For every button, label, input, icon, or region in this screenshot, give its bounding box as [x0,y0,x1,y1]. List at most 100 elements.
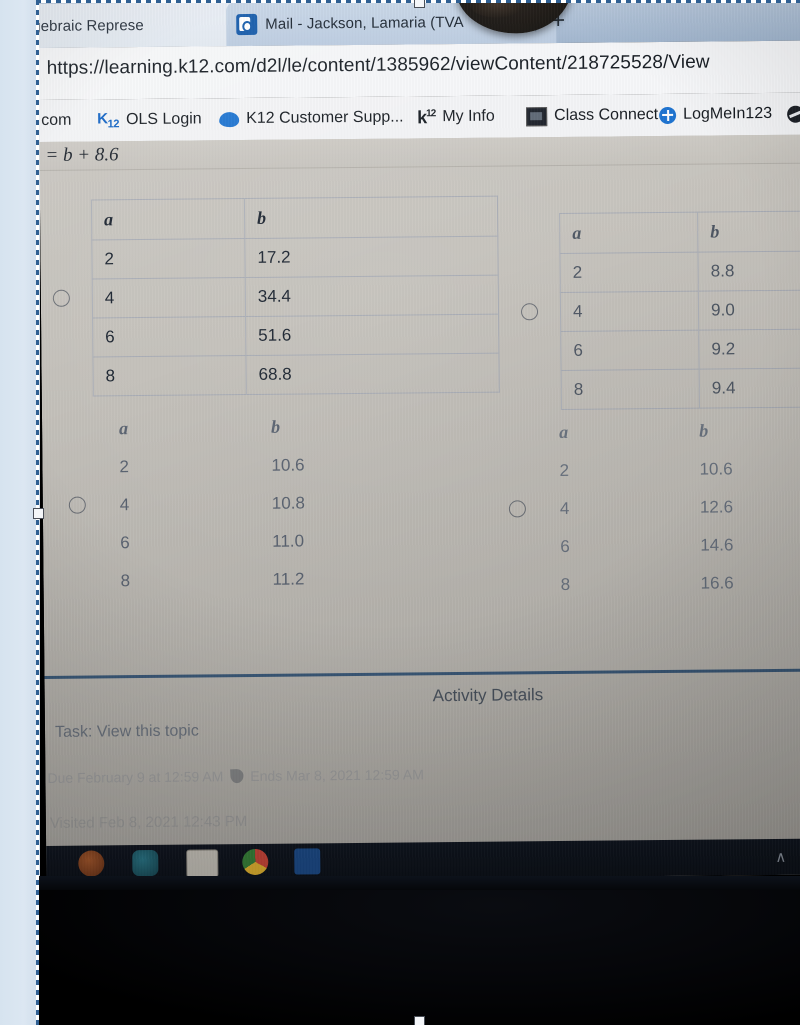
dark-square-icon [526,106,548,126]
answer-option-4[interactable]: a b 2 10.6 4 12.6 6 14.6 8 16.6 [508,411,800,605]
firefox-icon[interactable] [78,850,105,877]
table-row: 8 9.4 [561,368,800,410]
black-screen-area [38,876,800,1025]
column-header-b: b [271,416,281,437]
table-row: 6 9.2 [560,329,800,371]
cell-a: 8 [120,571,131,591]
globe-icon [787,105,800,123]
screen-photo: gebraic Represe ✕ Mail - Jackson, Lamari… [0,0,800,1025]
k12-logo-icon: K12 [97,110,120,131]
answer-option-3[interactable]: a b 2 10.6 4 10.8 6 11.0 8 11.2 [68,407,381,601]
table-row: 8 68.8 [92,353,500,396]
terms-of-use-document-icon[interactable] [186,849,219,878]
bookmark-logmein123[interactable]: LogMeIn123 [659,99,772,130]
cell-b: 10.8 [271,493,306,513]
table-row: 8 16.6 [548,564,800,604]
cell-b: 68.8 [245,353,500,395]
table-row: 4 10.8 [108,484,380,525]
cell-b: 16.6 [700,573,734,593]
column-header-a: a [559,421,569,443]
table-row: 4 12.6 [548,488,800,528]
cell-b: 17.2 [244,236,499,278]
cell-a: 8 [560,574,571,595]
cell-b: 11.0 [272,531,305,551]
radio-button-option-4[interactable] [508,500,526,518]
table-row: 8 11.2 [108,560,380,601]
cell-b: 12.6 [699,497,734,517]
bookmark-com[interactable]: com [41,106,72,136]
radio-button-option-3[interactable] [68,496,86,514]
table-header-row: a b [107,407,379,449]
cell-a: 4 [119,495,130,515]
page-content: = b + 8.6 a b 2 17.2 4 34.4 6 51.6 8 68.… [39,134,800,882]
bookmark-ols-login[interactable]: K12 OLS Login [97,104,202,135]
answer-table-2: a b 2 8.8 4 9.0 6 9.2 8 9.4 [559,211,800,410]
bookmark-label: K12 Customer Supp... [246,108,404,128]
cell-a: 6 [92,316,246,357]
droplet-icon [230,768,244,784]
activity-details-title: Activity Details [432,685,544,706]
cell-b: 8.8 [698,251,800,292]
answer-table-4: a b 2 10.6 4 12.6 6 14.6 8 16.6 [547,411,800,604]
answer-table-3: a b 2 10.6 4 10.8 6 11.0 8 11.2 [107,407,381,601]
address-bar[interactable]: https://learning.k12.com/d2l/le/content/… [38,40,800,100]
table-header-row: a b [559,211,800,254]
word-icon[interactable] [294,848,321,875]
cell-a: 2 [119,457,130,477]
tab-title: gebraic Represe [38,16,144,35]
show-hidden-icons-icon[interactable]: ∧ [775,848,786,866]
cell-a: 6 [560,330,700,371]
answer-option-1[interactable]: a b 2 17.2 4 34.4 6 51.6 8 68.8 [52,196,500,397]
table-header-row: a b [547,411,800,452]
bookmark-label: LogMeIn123 [683,104,773,123]
cell-a: 4 [560,291,699,332]
teal-app-icon[interactable] [132,849,159,877]
cell-a: 2 [559,460,570,481]
table-header-row: a b [91,196,498,240]
cell-b: 14.6 [700,535,734,555]
bookmark-my-info[interactable]: k12 My Info [417,102,495,133]
cell-b: 9.2 [698,329,800,370]
table-row: 6 51.6 [92,314,499,357]
cell-a: 4 [92,277,246,318]
radio-button-option-1[interactable] [52,289,70,307]
answer-option-2[interactable]: a b 2 8.8 4 9.0 6 9.2 8 9.4 [520,211,800,411]
table-row: 2 17.2 [91,236,499,279]
blue-blob-icon [219,111,240,127]
cell-a: 4 [559,498,570,519]
cell-a: 2 [91,238,246,279]
column-header-a: a [559,212,699,254]
equation-text: = b + 8.6 [45,144,119,166]
desktop-left-margin [0,0,40,1025]
column-header-a: a [119,418,129,439]
table-row: 2 8.8 [559,251,800,293]
blue-plus-icon [659,106,677,124]
cell-b: 9.4 [699,368,800,409]
table-row: 4 34.4 [92,275,499,318]
table-row: 6 11.0 [108,522,380,563]
task-text: Task: View this topic [54,722,199,741]
cell-a: 8 [561,369,700,410]
cell-b: 11.2 [272,569,305,589]
column-header-b: b [699,420,709,441]
cell-b: 10.6 [699,459,733,479]
cell-a: 6 [560,536,570,557]
cell-a: 6 [120,533,130,553]
column-header-b: b [697,211,800,253]
activity-dates-row: Due February 9 at 12:59 AM Ends Mar 8, 2… [47,766,424,786]
equation-row: = b + 8.6 [39,134,800,171]
tab-title: Mail - Jackson, Lamaria (TVA [265,13,464,33]
bookmark-k12-customer-support[interactable]: K12 Customer Supp... [219,102,404,134]
outlook-icon [236,13,258,35]
section-divider [44,668,800,679]
answer-table-1: a b 2 17.2 4 34.4 6 51.6 8 68.8 [91,196,500,397]
browser-window: gebraic Represe ✕ Mail - Jackson, Lamari… [38,0,800,882]
bookmark-label: Class Connect [554,106,659,125]
bookmark-overflow[interactable] [787,99,800,129]
chrome-icon[interactable] [242,848,269,876]
visited-text: Visited Feb 8, 2021 12:43 PM [49,813,248,832]
cell-a: 2 [559,252,699,293]
radio-button-option-2[interactable] [520,303,539,321]
bookmark-class-connect[interactable]: Class Connect [526,100,658,131]
tab-algebraic-representations[interactable]: gebraic Represe ✕ [38,1,253,49]
